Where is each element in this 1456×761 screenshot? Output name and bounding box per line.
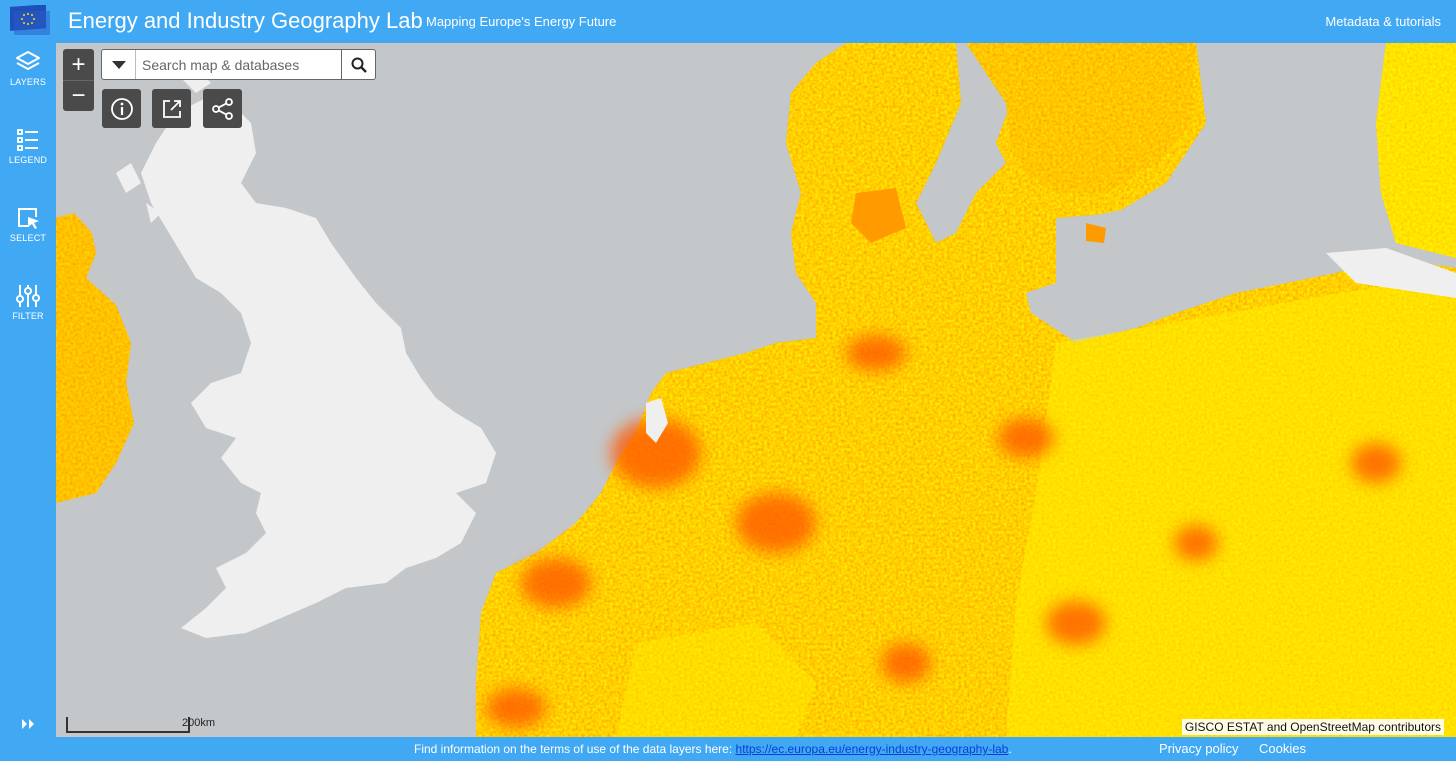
app-subtitle: Mapping Europe's Energy Future — [426, 14, 617, 29]
land-great-britain — [141, 98, 496, 638]
search-icon — [351, 57, 367, 73]
sidebar-item-layers[interactable]: LAYERS — [0, 49, 56, 115]
sidebar: LAYERS LEGEND SELECT FILTER — [0, 43, 56, 737]
footer: Find information on the terms of use of … — [0, 737, 1456, 761]
search-source-dropdown[interactable] — [102, 50, 136, 79]
cookies-link[interactable]: Cookies — [1259, 741, 1306, 756]
basemap-illustration — [56, 43, 1456, 737]
app-window: Energy and Industry Geography Lab Mappin… — [0, 0, 1456, 761]
sidebar-item-label: LEGEND — [8, 155, 48, 165]
sidebar-item-legend[interactable]: LEGEND — [0, 127, 56, 193]
open-external-icon — [162, 99, 181, 118]
share-button[interactable] — [203, 89, 242, 128]
caret-down-icon — [111, 60, 126, 69]
terms-url-link[interactable]: https://ec.europa.eu/energy-industry-geo… — [736, 742, 1009, 756]
zoom-in-button[interactable]: + — [63, 49, 94, 80]
metadata-tutorials-link[interactable]: Metadata & tutorials — [1325, 14, 1441, 29]
footer-terms-suffix: . — [1008, 742, 1012, 756]
sliders-icon — [16, 285, 40, 307]
sidebar-item-select[interactable]: SELECT — [0, 205, 56, 271]
layers-icon — [16, 51, 40, 70]
scale-bar — [66, 717, 190, 733]
app-header: Energy and Industry Geography Lab Mappin… — [0, 0, 1456, 43]
app-title: Energy and Industry Geography Lab — [68, 8, 423, 33]
eu-flag-icon[interactable] — [8, 5, 52, 37]
privacy-policy-link[interactable]: Privacy policy — [1159, 741, 1238, 756]
search-button[interactable] — [341, 50, 375, 79]
sidebar-item-label: FILTER — [12, 311, 44, 321]
double-chevron-right-icon[interactable] — [20, 717, 36, 731]
select-cursor-icon — [18, 208, 39, 229]
info-button[interactable] — [102, 89, 141, 128]
scale-label: 200km — [182, 717, 216, 729]
search-box — [101, 49, 376, 80]
footer-terms-text: Find information on the terms of use of … — [414, 742, 1012, 756]
sidebar-item-label: SELECT — [9, 233, 47, 243]
map-canvas[interactable]: + − Search map & databases 200km GISCO E… — [56, 43, 1456, 737]
sidebar-item-label: LAYERS — [9, 77, 47, 87]
map-attribution: GISCO ESTAT and OpenStreetMap contributo… — [1181, 719, 1444, 735]
search-input[interactable] — [140, 53, 344, 77]
zoom-out-button[interactable]: − — [63, 80, 94, 111]
share-icon — [211, 97, 233, 120]
info-icon — [110, 97, 133, 120]
open-external-button[interactable] — [152, 89, 191, 128]
footer-terms-label: Find information on the terms of use of … — [414, 742, 736, 756]
sidebar-item-filter[interactable]: FILTER — [0, 283, 56, 349]
legend-list-icon — [17, 129, 38, 151]
